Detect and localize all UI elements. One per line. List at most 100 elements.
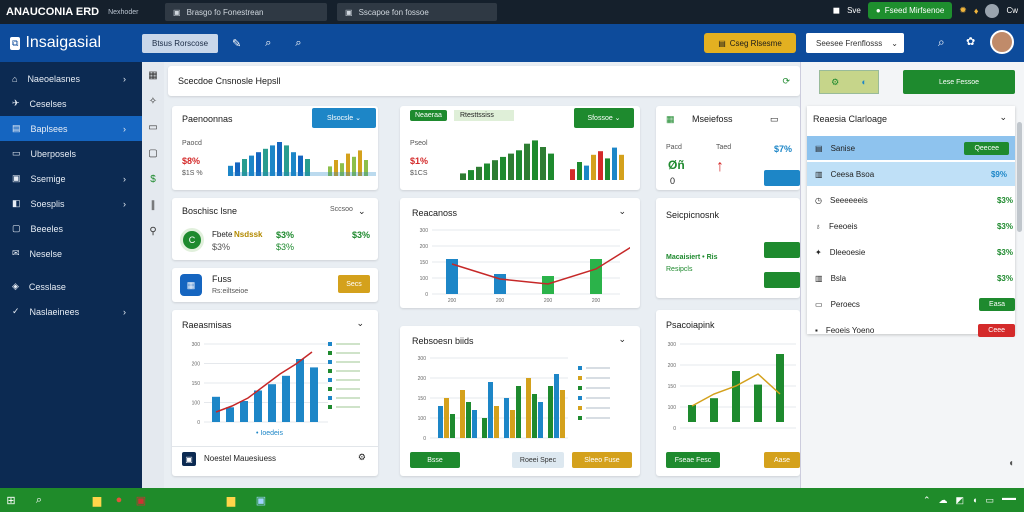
panel-row-6[interactable]: ▥ Bsla $3% — [815, 266, 1021, 290]
sidebar-item-4[interactable]: ▭ Uberposels — [0, 141, 142, 166]
sidebar-item-6[interactable]: ◧ Soesplis › — [0, 191, 142, 216]
item-value-4: $3% — [352, 230, 371, 240]
panel-row-3[interactable]: ◷ Seeeeeeis $3% — [815, 188, 1021, 212]
panel-scrollbar[interactable] — [1017, 122, 1022, 232]
scroll-down-icon[interactable]: ◖ — [1008, 458, 1020, 482]
search-icon[interactable]: ⌕ — [28, 489, 50, 511]
search-dropdown[interactable]: Seesee Frenflosss ⌄ — [806, 33, 904, 53]
panel-row-4[interactable]: ♁ Feeoeis $3% — [815, 214, 1021, 238]
spark-bar — [584, 165, 589, 180]
bar — [560, 390, 565, 438]
card-dropdown-button[interactable]: Slsocsle ⌄ — [312, 108, 376, 128]
network-icon[interactable]: ◩ — [956, 495, 965, 506]
grid-icon[interactable]: ▦ — [142, 62, 164, 88]
chevron-down-icon[interactable]: ⌄ — [356, 318, 364, 329]
row-action-button[interactable]: Ceee — [978, 323, 1015, 337]
bids-button-3[interactable]: Sleeo Fuse — [572, 452, 632, 468]
chevron-down-icon[interactable]: ⌄ — [618, 206, 626, 217]
chevron-down-icon[interactable]: ⌄ — [618, 334, 626, 345]
header-green-button[interactable]: ● Fseed Mirfsenoe — [867, 2, 953, 19]
tab-label: Brasgo fo Fonestrean — [186, 7, 264, 17]
panel-row-2[interactable]: ▥ Ceesa Bsoa $9% — [807, 162, 1015, 186]
legend-text-bar — [336, 388, 360, 390]
panel-toggle[interactable]: ⚙ ◐ — [819, 70, 879, 94]
spark-bar — [516, 150, 522, 180]
app-icon[interactable]: ▣ — [130, 489, 152, 511]
folder-icon[interactable]: ▆ — [220, 489, 242, 511]
sidebar-item-9[interactable]: ◈ Cesslase — [0, 274, 142, 299]
panel-green-button[interactable]: Lese Fessoe — [903, 70, 1015, 94]
volume-icon[interactable]: ◖ — [972, 495, 977, 506]
spark-button-2[interactable]: Aase — [764, 452, 800, 468]
chevron-down-icon[interactable]: ⌄ — [358, 206, 366, 217]
brand: ANAUCONIA ERD Nexhoder — [0, 6, 165, 18]
profile-avatar[interactable] — [990, 30, 1014, 54]
yellow-action-button[interactable]: ▤ Cseg Rlsesme — [704, 33, 796, 53]
start-icon[interactable]: ⊞ — [0, 489, 22, 511]
explorer-icon[interactable]: ▆ — [86, 489, 108, 511]
cloud-icon[interactable]: ☁ — [939, 495, 948, 506]
clock[interactable]: ▬▬ — [1002, 495, 1016, 506]
window-icon[interactable]: ◼ — [833, 5, 840, 16]
sidebar-item-7[interactable]: ▢ Beeeles — [0, 216, 142, 241]
bids-button-2[interactable]: Roeei Spec — [512, 452, 564, 468]
avatar[interactable] — [985, 3, 1000, 18]
settings-icon[interactable]: ⚙ — [358, 452, 366, 463]
gear-icon[interactable]: ✿ — [966, 35, 975, 48]
document-icon[interactable]: ▭ — [770, 114, 779, 125]
sidebar-item-8[interactable]: ✉ Neselse — [0, 241, 142, 266]
settings-icon[interactable]: ✹ — [959, 5, 967, 16]
filter-pill[interactable]: Btsus Rorscose — [142, 33, 219, 53]
wrench-icon[interactable]: ✧ — [142, 88, 164, 114]
sidebar-item-10[interactable]: ✓ Naslaeinees › — [0, 299, 142, 324]
panel-row-5[interactable]: ✦ Dleeoesie $3% — [815, 240, 1021, 264]
book-icon[interactable]: ▭ — [142, 114, 164, 140]
bar — [268, 384, 276, 422]
panel-row-8[interactable]: ▪ Feoeis Yoeno Ceee — [815, 318, 1021, 342]
sidebar-item-1[interactable]: ⌂ Naeoelasnes › — [0, 66, 142, 91]
sidebar-item-label: Ceselses — [29, 98, 67, 109]
pause-icon[interactable]: ∥ — [142, 192, 164, 218]
search-icon-2[interactable]: ⌕ — [295, 37, 301, 50]
card-title: Reacanoss — [412, 208, 458, 218]
spark-button-1[interactable]: Fseae Fesc — [666, 452, 720, 468]
refresh-icon[interactable]: ⟳ — [782, 76, 790, 87]
spark-bar — [270, 145, 275, 176]
bank-icon: ▣ — [12, 173, 21, 183]
dollar-icon[interactable]: $ — [142, 166, 164, 192]
supplier-button-2[interactable] — [764, 272, 800, 288]
folder-icon: ▣ — [173, 7, 181, 17]
store-icon[interactable]: ▣ — [250, 489, 272, 511]
browser-tab-2[interactable]: ▣ Sscapoe fon fossoe — [337, 3, 497, 21]
browser-tab-1[interactable]: ▣ Brasgo fo Fonestrean — [165, 3, 327, 21]
legend-swatch — [328, 387, 332, 391]
chevron-down-icon[interactable]: ⌄ — [999, 112, 1007, 123]
monitor-icon[interactable]: ▢ — [142, 140, 164, 166]
filter-icon[interactable]: ⚲ — [142, 218, 164, 244]
tick-label: 200 — [418, 376, 427, 382]
metric-button[interactable] — [764, 170, 800, 186]
sidebar-item-label: Cesslase — [28, 281, 66, 292]
legend-swatch — [328, 405, 332, 409]
search-icon[interactable]: ⌕ — [265, 37, 271, 50]
row-action-button[interactable]: Easa — [979, 297, 1015, 311]
panel-row-1[interactable]: ▤ Sanise Qeecee — [807, 136, 1015, 160]
edit-icon[interactable]: ✎ — [232, 37, 241, 50]
browser-icon[interactable]: ● — [108, 489, 130, 511]
supplier-button-1[interactable] — [764, 242, 800, 258]
bids-button-1[interactable]: Bsse — [410, 452, 460, 468]
bar — [776, 354, 784, 422]
files-action-button[interactable]: Secs — [338, 275, 370, 293]
sidebar-item-2[interactable]: ✈ Ceselses — [0, 91, 142, 116]
row-action-button[interactable]: Qeecee — [964, 141, 1009, 155]
panel-row-7[interactable]: ▭ Peroecs Easa — [815, 292, 1021, 316]
card-subtitle: Rtesttssiss — [454, 110, 514, 121]
search-icon-3[interactable]: ⌕ — [938, 35, 945, 50]
sidebar-item-3[interactable]: ▤ Baplsees › — [0, 116, 142, 141]
bell-icon[interactable]: ♦ — [974, 6, 979, 16]
chevron-up-icon[interactable]: ⌃ — [923, 495, 931, 506]
card-dropdown-button[interactable]: Sfossoe ⌄ — [574, 108, 634, 128]
bar — [472, 410, 477, 438]
sidebar-item-5[interactable]: ▣ Ssemige › — [0, 166, 142, 191]
battery-icon[interactable]: ▭ — [985, 495, 994, 506]
